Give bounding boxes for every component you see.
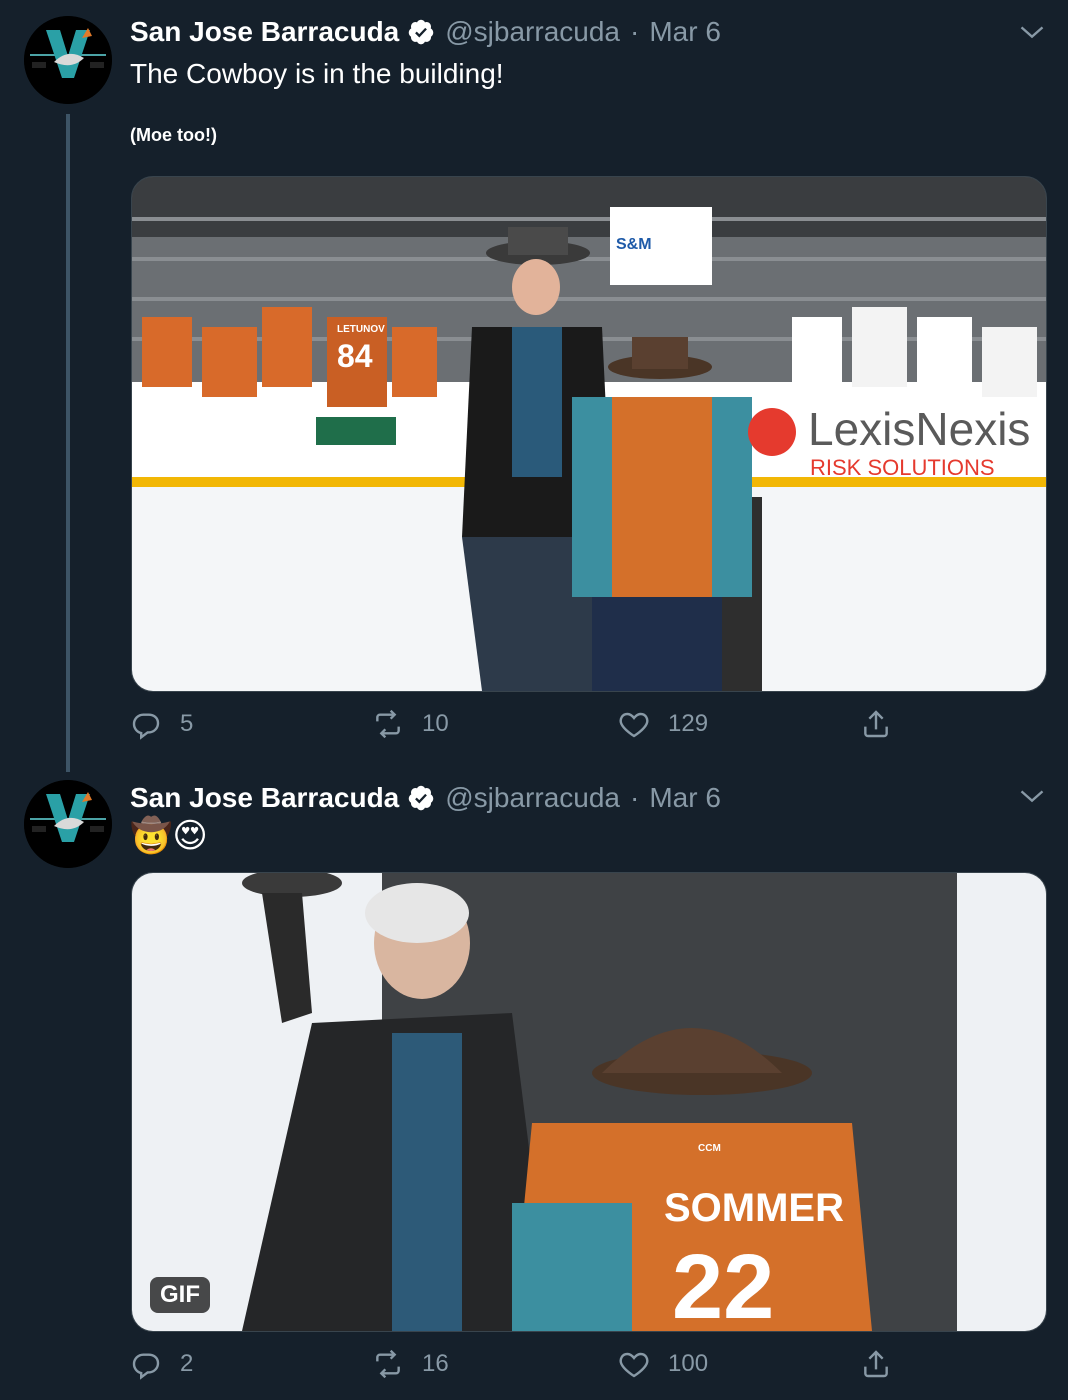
retweet-icon <box>376 709 400 739</box>
jersey-name-text: SOMMER <box>664 1186 844 1230</box>
verified-badge-icon <box>409 785 434 811</box>
retweet-icon <box>376 1349 400 1379</box>
gif-badge: GIF <box>150 1277 210 1313</box>
reply-count: 2 <box>180 1350 194 1377</box>
like-count: 100 <box>668 1350 709 1377</box>
like-count: 129 <box>668 710 709 737</box>
tweet-photo[interactable]: S&M LETUNOV 84 LexisNexis RISK SOLUTIONS <box>131 176 1047 692</box>
retweet-count: 10 <box>422 710 449 737</box>
reply-count: 5 <box>180 710 194 737</box>
tweet-header: San Jose Barracuda @sjbarracuda · Mar 6 <box>130 778 721 818</box>
verified-badge-icon <box>409 19 434 45</box>
retweet-button[interactable]: 10 <box>372 708 449 740</box>
avatar[interactable] <box>24 780 112 868</box>
reply-icon <box>132 713 160 740</box>
thread-connector-line <box>66 114 70 772</box>
like-button[interactable]: 129 <box>618 708 708 740</box>
jersey-number-text: 84 <box>337 338 373 374</box>
share-icon <box>864 710 888 738</box>
share-button[interactable] <box>860 708 910 740</box>
tweet-header: San Jose Barracuda @sjbarracuda · Mar 6 <box>130 12 721 52</box>
jersey-name-text: LETUNOV <box>337 324 385 335</box>
separator-dot: · <box>629 16 640 47</box>
jersey-number-text: 22 <box>672 1236 774 1331</box>
tweet-emoji-text: 🤠😍 <box>130 817 208 855</box>
author-name[interactable]: San Jose Barracuda <box>130 782 399 814</box>
heart-icon <box>619 712 649 738</box>
ad-tagline-text: RISK SOLUTIONS <box>810 455 995 480</box>
tweet-date[interactable]: Mar 6 <box>649 782 721 814</box>
tweet-text: The Cowboy is in the building! <box>130 58 504 89</box>
separator-dot: · <box>629 782 640 813</box>
share-button[interactable] <box>860 1348 910 1380</box>
author-handle[interactable]: @sjbarracuda <box>445 782 620 814</box>
chevron-down-icon[interactable] <box>1018 782 1046 810</box>
chevron-down-icon[interactable] <box>1018 18 1046 46</box>
ad-brand-text: LexisNexis <box>808 403 1030 455</box>
author-name[interactable]: San Jose Barracuda <box>130 16 399 48</box>
share-icon <box>864 1350 888 1378</box>
tweet-actions: 2 16 100 <box>130 1348 1044 1388</box>
reply-icon <box>132 1353 160 1380</box>
board-sign-text: S&M <box>616 236 652 253</box>
author-handle[interactable]: @sjbarracuda <box>445 16 620 48</box>
heart-icon <box>619 1352 649 1378</box>
retweet-button[interactable]: 16 <box>372 1348 449 1380</box>
avatar[interactable] <box>24 16 112 104</box>
jersey-brand-text: CCM <box>698 1143 721 1154</box>
reply-button[interactable]: 5 <box>130 708 193 740</box>
reply-button[interactable]: 2 <box>130 1348 193 1380</box>
tweet-gif[interactable]: SOMMER 22 CCM GIF <box>131 872 1047 1332</box>
tweet-subtext: (Moe too!) <box>130 125 217 145</box>
like-button[interactable]: 100 <box>618 1348 708 1380</box>
retweet-count: 16 <box>422 1350 449 1377</box>
tweet-actions: 5 10 129 <box>130 708 1044 748</box>
tweet-date[interactable]: Mar 6 <box>649 16 721 48</box>
